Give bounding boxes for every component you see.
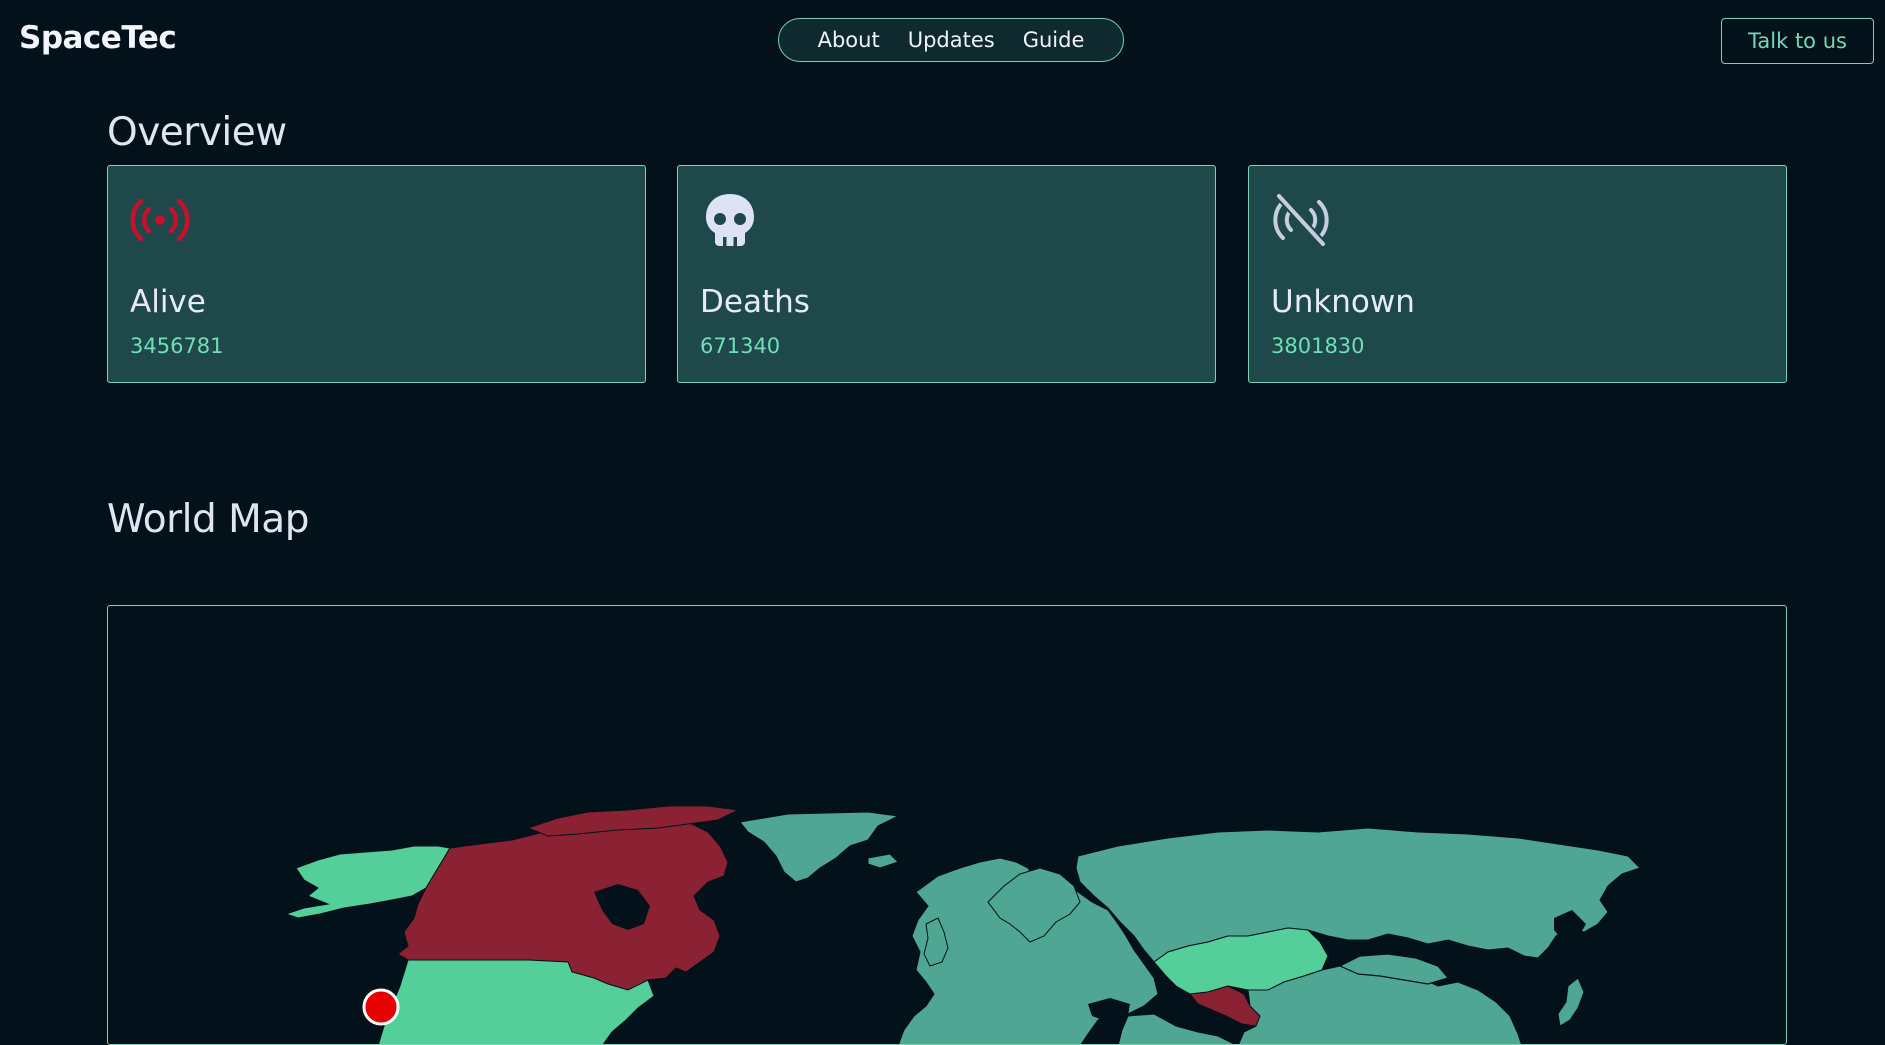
world-map[interactable] [107,605,1787,1045]
country-greenland [739,811,900,883]
region-middle-east [1117,1013,1236,1044]
skull-icon [700,190,760,250]
overview-title: Overview [107,110,287,155]
talk-to-us-button[interactable]: Talk to us [1721,18,1874,64]
nav-link-about[interactable]: About [818,28,880,52]
deaths-label: Deaths [700,284,810,320]
deaths-card: Deaths 671340 [677,165,1216,383]
world-map-title: World Map [107,497,309,542]
alive-value: 3456781 [130,334,224,358]
nav-link-guide[interactable]: Guide [1023,28,1085,52]
broadcast-icon [130,190,190,250]
alive-label: Alive [130,284,206,320]
signal-off-icon [1271,190,1331,250]
brand-logo[interactable]: SpaceTec [19,20,177,56]
nav-link-updates[interactable]: Updates [908,28,995,52]
unknown-label: Unknown [1271,284,1415,320]
world-map-svg [284,805,1641,1044]
country-iceland [867,853,899,869]
alive-card: Alive 3456781 [107,165,646,383]
top-header: SpaceTec About Updates Guide Talk to us [0,0,1885,80]
deaths-value: 671340 [700,334,781,358]
main-nav: About Updates Guide [778,18,1124,62]
location-marker [362,988,400,1026]
region-russia [1075,827,1641,963]
unknown-card: Unknown 3801830 [1248,165,1787,383]
country-japan [1557,977,1585,1027]
unknown-value: 3801830 [1271,334,1365,358]
